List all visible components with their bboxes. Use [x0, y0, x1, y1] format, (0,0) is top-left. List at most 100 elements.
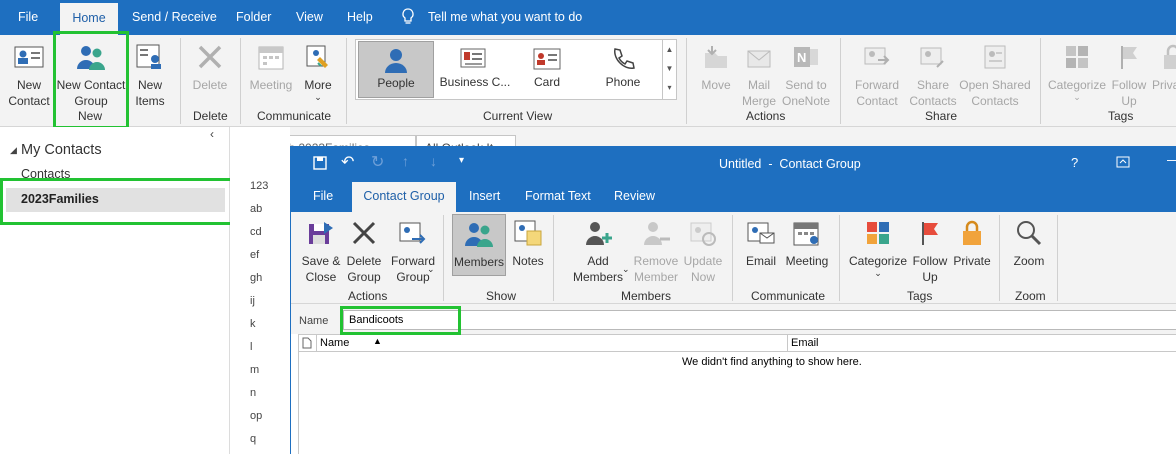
meeting-button[interactable]: Meeting [246, 41, 296, 93]
cg-private-label: Private [953, 254, 991, 268]
lock-icon [1156, 41, 1176, 73]
update-icon [687, 217, 719, 249]
mail-merge-button[interactable]: Mail Merge [740, 41, 778, 109]
share-contacts-button[interactable]: Share Contacts [908, 41, 958, 109]
my-contacts-header[interactable]: My Contacts [21, 142, 102, 158]
tell-me-search[interactable]: Tell me what you want to do [428, 10, 582, 24]
new-contact-label: New Contact [8, 78, 50, 108]
person-icon [380, 47, 412, 73]
undo-icon[interactable]: ↶ [341, 152, 354, 172]
open-shared-contacts-icon [979, 41, 1011, 73]
tab-view[interactable]: View [296, 10, 323, 24]
new-contact-button[interactable]: New Contact [6, 41, 52, 109]
move-button[interactable]: Move [694, 41, 738, 93]
column-header-name[interactable]: Name [320, 337, 349, 349]
contact-group-tabs: File Contact Group Insert Format Text Re… [291, 182, 1176, 212]
zoom-label: Zoom [1013, 254, 1045, 268]
document-icon [302, 337, 312, 349]
cg-tab-format-text[interactable]: Format Text [525, 189, 591, 203]
tab-help[interactable]: Help [347, 10, 373, 24]
cg-follow-up-label: Follow Up [912, 254, 948, 284]
remove-member-button[interactable]: Remove Member [631, 217, 681, 285]
cg-follow-up-button[interactable]: Follow Up [911, 217, 949, 285]
gallery-scroll[interactable]: ▲ ▼ ▾ [662, 40, 676, 99]
private-button[interactable]: Priva [1152, 41, 1176, 93]
categorize-icon [1061, 41, 1093, 73]
cg-tab-contact-group-label: Contact Group [363, 189, 445, 203]
notes-button[interactable]: Notes [509, 217, 547, 269]
alpha-index-item[interactable]: ef [250, 249, 259, 261]
email-button[interactable]: Email [741, 217, 781, 269]
alpha-index-item[interactable]: cd [250, 226, 262, 238]
customize-toolbar-icon[interactable]: ▾ [459, 155, 464, 166]
delete-button[interactable]: Delete [188, 41, 232, 93]
cg-tab-insert[interactable]: Insert [469, 189, 500, 203]
alpha-index-item[interactable]: gh [250, 272, 262, 284]
cg-meeting-button[interactable]: Meeting [783, 217, 831, 269]
view-phone-button[interactable]: Phone [588, 41, 658, 98]
add-member-icon [582, 217, 614, 249]
alpha-index-item[interactable]: op [250, 410, 262, 422]
alpha-index-item[interactable]: m [250, 364, 259, 376]
delete-x-icon [348, 217, 380, 249]
view-business-card-button[interactable]: Business C... [436, 41, 514, 98]
chevron-down-icon: ⌄ [1073, 92, 1081, 102]
more-icon [302, 41, 334, 73]
new-items-button[interactable]: New Items [128, 41, 172, 109]
alpha-index-item[interactable]: ab [250, 203, 262, 215]
cg-tab-review[interactable]: Review [614, 189, 655, 203]
onenote-icon: N [790, 41, 822, 73]
expand-triangle-icon[interactable]: ◢ [10, 145, 17, 156]
alpha-index-item[interactable]: l [250, 341, 252, 353]
cg-categorize-button[interactable]: Categorize ⌄ [847, 217, 909, 278]
view-card-button[interactable]: Card [516, 41, 578, 98]
minimize-icon[interactable]: — [1167, 151, 1176, 167]
column-header-email[interactable]: Email [791, 337, 819, 349]
alpha-index-item[interactable]: n [250, 387, 256, 399]
forward-contact-button[interactable]: Forward Contact [848, 41, 906, 109]
tab-send-receive[interactable]: Send / Receive [132, 10, 217, 24]
collapse-chevron-icon[interactable]: ‹ [210, 127, 214, 141]
categorize-label: Categorize [1047, 78, 1107, 92]
forward-group-button[interactable]: Forward Group ⌄ [387, 217, 439, 285]
more-button[interactable]: More ⌄ [298, 41, 338, 102]
alpha-index-item[interactable]: q [250, 433, 256, 445]
members-view-button[interactable]: Members [452, 214, 506, 276]
tab-folder[interactable]: Folder [236, 10, 271, 24]
ribbon-display-icon[interactable] [1116, 156, 1130, 168]
redo-icon[interactable]: ↻ [371, 152, 384, 172]
tab-file[interactable]: File [18, 10, 38, 24]
zoom-button[interactable]: Zoom [1007, 217, 1051, 269]
cg-private-button[interactable]: Private [951, 217, 993, 269]
window-title: Untitled - Contact Group [719, 157, 861, 171]
arrow-down-icon[interactable]: ↓ [430, 153, 437, 169]
add-members-button[interactable]: Add Members ⌄ [563, 217, 633, 285]
save-icon[interactable] [313, 156, 327, 170]
sort-ascending-icon: ▲ [373, 336, 382, 346]
delete-group-button[interactable]: Delete Group [345, 217, 383, 285]
phone-icon [607, 46, 639, 72]
cg-tab-file[interactable]: File [313, 189, 333, 203]
highlight-box [53, 31, 129, 129]
save-close-button[interactable]: Save & Close [297, 217, 345, 285]
folder-pane: ‹ ◢ My Contacts Contacts 2023Families [0, 127, 230, 454]
view-people-button[interactable]: People [358, 41, 434, 98]
save-close-label: Save & Close [301, 254, 341, 284]
update-now-button[interactable]: Update Now [681, 217, 725, 285]
categorize-button[interactable]: Categorize ⌄ [1046, 41, 1108, 102]
arrow-up-icon[interactable]: ↑ [402, 153, 409, 169]
send-to-onenote-button[interactable]: N Send to OneNote [780, 41, 832, 109]
alpha-index-item[interactable]: k [250, 318, 256, 330]
contact-group-ribbon: Save & Close Delete Group Forward Group … [291, 212, 1176, 304]
alpha-index-item[interactable]: ij [250, 295, 255, 307]
alpha-index-item[interactable]: 123 [250, 180, 268, 192]
group-label-delete: Delete [193, 109, 228, 123]
calendar-icon [791, 217, 823, 249]
group-name-input[interactable]: Bandicoots [343, 310, 1176, 330]
notes-label: Notes [512, 254, 544, 268]
email-label: Email [745, 254, 776, 268]
cg-tab-contact-group[interactable]: Contact Group [352, 182, 456, 212]
follow-up-button[interactable]: Follow Up [1108, 41, 1150, 109]
help-icon[interactable]: ? [1071, 155, 1078, 170]
open-shared-contacts-button[interactable]: Open Shared Contacts [958, 41, 1032, 109]
